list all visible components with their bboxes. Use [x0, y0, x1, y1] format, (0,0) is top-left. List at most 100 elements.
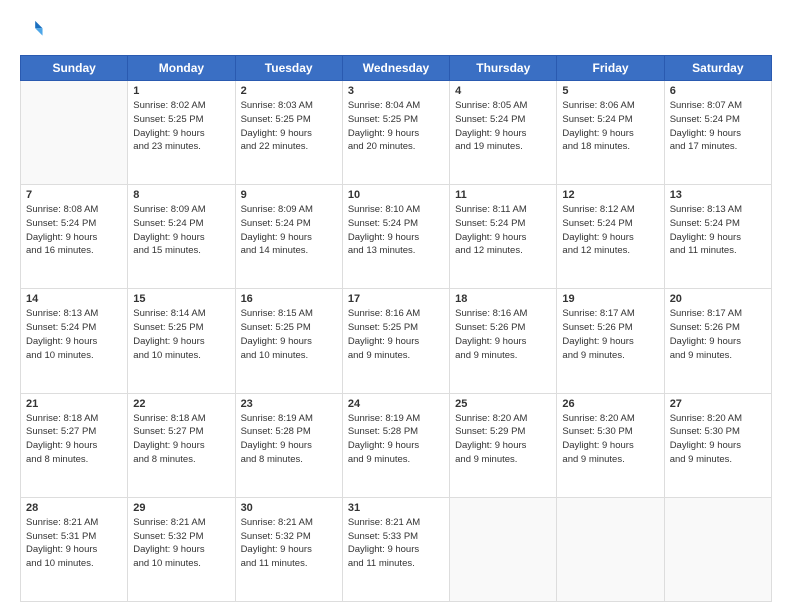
day-info: Sunrise: 8:18 AMSunset: 5:27 PMDaylight:… — [26, 412, 122, 467]
day-info: Sunrise: 8:19 AMSunset: 5:28 PMDaylight:… — [348, 412, 444, 467]
day-info: Sunrise: 8:14 AMSunset: 5:25 PMDaylight:… — [133, 307, 229, 362]
day-info: Sunrise: 8:05 AMSunset: 5:24 PMDaylight:… — [455, 99, 551, 154]
weekday-friday: Friday — [557, 56, 664, 81]
calendar-cell — [557, 497, 664, 601]
calendar-cell: 30 Sunrise: 8:21 AMSunset: 5:32 PMDayligh… — [235, 497, 342, 601]
day-info: Sunrise: 8:18 AMSunset: 5:27 PMDaylight:… — [133, 412, 229, 467]
week-row-4: 28 Sunrise: 8:21 AMSunset: 5:31 PMDayligh… — [21, 497, 772, 601]
day-number: 26 — [562, 398, 658, 410]
day-info: Sunrise: 8:16 AMSunset: 5:26 PMDaylight:… — [455, 307, 551, 362]
weekday-header-row: SundayMondayTuesdayWednesdayThursdayFrid… — [21, 56, 772, 81]
day-number: 7 — [26, 189, 122, 201]
day-number: 16 — [241, 293, 337, 305]
calendar-cell: 8 Sunrise: 8:09 AMSunset: 5:24 PMDaylight… — [128, 185, 235, 289]
day-number: 25 — [455, 398, 551, 410]
calendar-cell: 19 Sunrise: 8:17 AMSunset: 5:26 PMDayligh… — [557, 289, 664, 393]
day-number: 8 — [133, 189, 229, 201]
calendar-cell: 28 Sunrise: 8:21 AMSunset: 5:31 PMDayligh… — [21, 497, 128, 601]
day-number: 15 — [133, 293, 229, 305]
calendar-cell: 24 Sunrise: 8:19 AMSunset: 5:28 PMDayligh… — [342, 393, 449, 497]
day-number: 21 — [26, 398, 122, 410]
day-info: Sunrise: 8:21 AMSunset: 5:32 PMDaylight:… — [241, 516, 337, 571]
day-info: Sunrise: 8:20 AMSunset: 5:30 PMDaylight:… — [562, 412, 658, 467]
day-info: Sunrise: 8:09 AMSunset: 5:24 PMDaylight:… — [133, 203, 229, 258]
day-number: 5 — [562, 85, 658, 97]
calendar-cell: 14 Sunrise: 8:13 AMSunset: 5:24 PMDayligh… — [21, 289, 128, 393]
day-number: 1 — [133, 85, 229, 97]
day-number: 14 — [26, 293, 122, 305]
day-info: Sunrise: 8:21 AMSunset: 5:32 PMDaylight:… — [133, 516, 229, 571]
calendar-cell: 4 Sunrise: 8:05 AMSunset: 5:24 PMDaylight… — [450, 81, 557, 185]
week-row-3: 21 Sunrise: 8:18 AMSunset: 5:27 PMDayligh… — [21, 393, 772, 497]
week-row-0: 1 Sunrise: 8:02 AMSunset: 5:25 PMDaylight… — [21, 81, 772, 185]
weekday-saturday: Saturday — [664, 56, 771, 81]
day-number: 28 — [26, 502, 122, 514]
weekday-monday: Monday — [128, 56, 235, 81]
day-number: 17 — [348, 293, 444, 305]
calendar-cell: 6Sunrise: 8:07 AMSunset: 5:24 PMDaylight… — [664, 81, 771, 185]
day-info: Sunrise: 8:20 AMSunset: 5:30 PMDaylight:… — [670, 412, 766, 467]
calendar-cell: 9 Sunrise: 8:09 AMSunset: 5:24 PMDaylight… — [235, 185, 342, 289]
calendar-cell: 25Sunrise: 8:20 AMSunset: 5:29 PMDayligh… — [450, 393, 557, 497]
weekday-sunday: Sunday — [21, 56, 128, 81]
day-number: 30 — [241, 502, 337, 514]
calendar-cell: 3Sunrise: 8:04 AMSunset: 5:25 PMDaylight… — [342, 81, 449, 185]
calendar-cell: 12 Sunrise: 8:12 AMSunset: 5:24 PMDayligh… — [557, 185, 664, 289]
calendar-cell: 13 Sunrise: 8:13 AMSunset: 5:24 PMDayligh… — [664, 185, 771, 289]
day-info: Sunrise: 8:17 AMSunset: 5:26 PMDaylight:… — [670, 307, 766, 362]
day-info: Sunrise: 8:10 AMSunset: 5:24 PMDaylight:… — [348, 203, 444, 258]
day-number: 29 — [133, 502, 229, 514]
day-number: 10 — [348, 189, 444, 201]
day-info: Sunrise: 8:17 AMSunset: 5:26 PMDaylight:… — [562, 307, 658, 362]
calendar-cell: 20Sunrise: 8:17 AMSunset: 5:26 PMDayligh… — [664, 289, 771, 393]
calendar-cell — [450, 497, 557, 601]
calendar-cell: 23 Sunrise: 8:19 AMSunset: 5:28 PMDayligh… — [235, 393, 342, 497]
calendar-table: SundayMondayTuesdayWednesdayThursdayFrid… — [20, 55, 772, 602]
day-info: Sunrise: 8:09 AMSunset: 5:24 PMDaylight:… — [241, 203, 337, 258]
calendar-cell: 10 Sunrise: 8:10 AMSunset: 5:24 PMDayligh… — [342, 185, 449, 289]
calendar-cell: 11Sunrise: 8:11 AMSunset: 5:24 PMDayligh… — [450, 185, 557, 289]
day-info: Sunrise: 8:06 AMSunset: 5:24 PMDaylight:… — [562, 99, 658, 154]
header — [20, 18, 772, 45]
day-info: Sunrise: 8:21 AMSunset: 5:31 PMDaylight:… — [26, 516, 122, 571]
day-number: 23 — [241, 398, 337, 410]
weekday-wednesday: Wednesday — [342, 56, 449, 81]
calendar-cell: 2Sunrise: 8:03 AMSunset: 5:25 PMDaylight… — [235, 81, 342, 185]
week-row-2: 14 Sunrise: 8:13 AMSunset: 5:24 PMDayligh… — [21, 289, 772, 393]
day-number: 4 — [455, 85, 551, 97]
calendar-cell: 16 Sunrise: 8:15 AMSunset: 5:25 PMDayligh… — [235, 289, 342, 393]
day-number: 12 — [562, 189, 658, 201]
calendar-cell: 18Sunrise: 8:16 AMSunset: 5:26 PMDayligh… — [450, 289, 557, 393]
day-number: 11 — [455, 189, 551, 201]
weekday-thursday: Thursday — [450, 56, 557, 81]
day-number: 9 — [241, 189, 337, 201]
calendar-cell: 26 Sunrise: 8:20 AMSunset: 5:30 PMDayligh… — [557, 393, 664, 497]
calendar-cell: 5 Sunrise: 8:06 AMSunset: 5:24 PMDaylight… — [557, 81, 664, 185]
day-info: Sunrise: 8:19 AMSunset: 5:28 PMDaylight:… — [241, 412, 337, 467]
logo — [20, 18, 46, 45]
day-number: 24 — [348, 398, 444, 410]
calendar-cell — [21, 81, 128, 185]
logo-icon — [22, 18, 44, 40]
calendar-cell — [664, 497, 771, 601]
day-number: 19 — [562, 293, 658, 305]
day-info: Sunrise: 8:13 AMSunset: 5:24 PMDaylight:… — [26, 307, 122, 362]
calendar-cell: 1 Sunrise: 8:02 AMSunset: 5:25 PMDaylight… — [128, 81, 235, 185]
page: SundayMondayTuesdayWednesdayThursdayFrid… — [0, 0, 792, 612]
day-info: Sunrise: 8:12 AMSunset: 5:24 PMDaylight:… — [562, 203, 658, 258]
calendar-cell: 27Sunrise: 8:20 AMSunset: 5:30 PMDayligh… — [664, 393, 771, 497]
day-number: 6 — [670, 85, 766, 97]
day-number: 13 — [670, 189, 766, 201]
day-info: Sunrise: 8:02 AMSunset: 5:25 PMDaylight:… — [133, 99, 229, 154]
calendar-cell: 15 Sunrise: 8:14 AMSunset: 5:25 PMDayligh… — [128, 289, 235, 393]
day-info: Sunrise: 8:04 AMSunset: 5:25 PMDaylight:… — [348, 99, 444, 154]
day-info: Sunrise: 8:03 AMSunset: 5:25 PMDaylight:… — [241, 99, 337, 154]
day-number: 31 — [348, 502, 444, 514]
day-info: Sunrise: 8:16 AMSunset: 5:25 PMDaylight:… — [348, 307, 444, 362]
day-info: Sunrise: 8:15 AMSunset: 5:25 PMDaylight:… — [241, 307, 337, 362]
calendar-cell: 22Sunrise: 8:18 AMSunset: 5:27 PMDayligh… — [128, 393, 235, 497]
calendar-cell: 7Sunrise: 8:08 AMSunset: 5:24 PMDaylight… — [21, 185, 128, 289]
calendar-cell: 29 Sunrise: 8:21 AMSunset: 5:32 PMDayligh… — [128, 497, 235, 601]
day-info: Sunrise: 8:13 AMSunset: 5:24 PMDaylight:… — [670, 203, 766, 258]
calendar-cell: 21 Sunrise: 8:18 AMSunset: 5:27 PMDayligh… — [21, 393, 128, 497]
